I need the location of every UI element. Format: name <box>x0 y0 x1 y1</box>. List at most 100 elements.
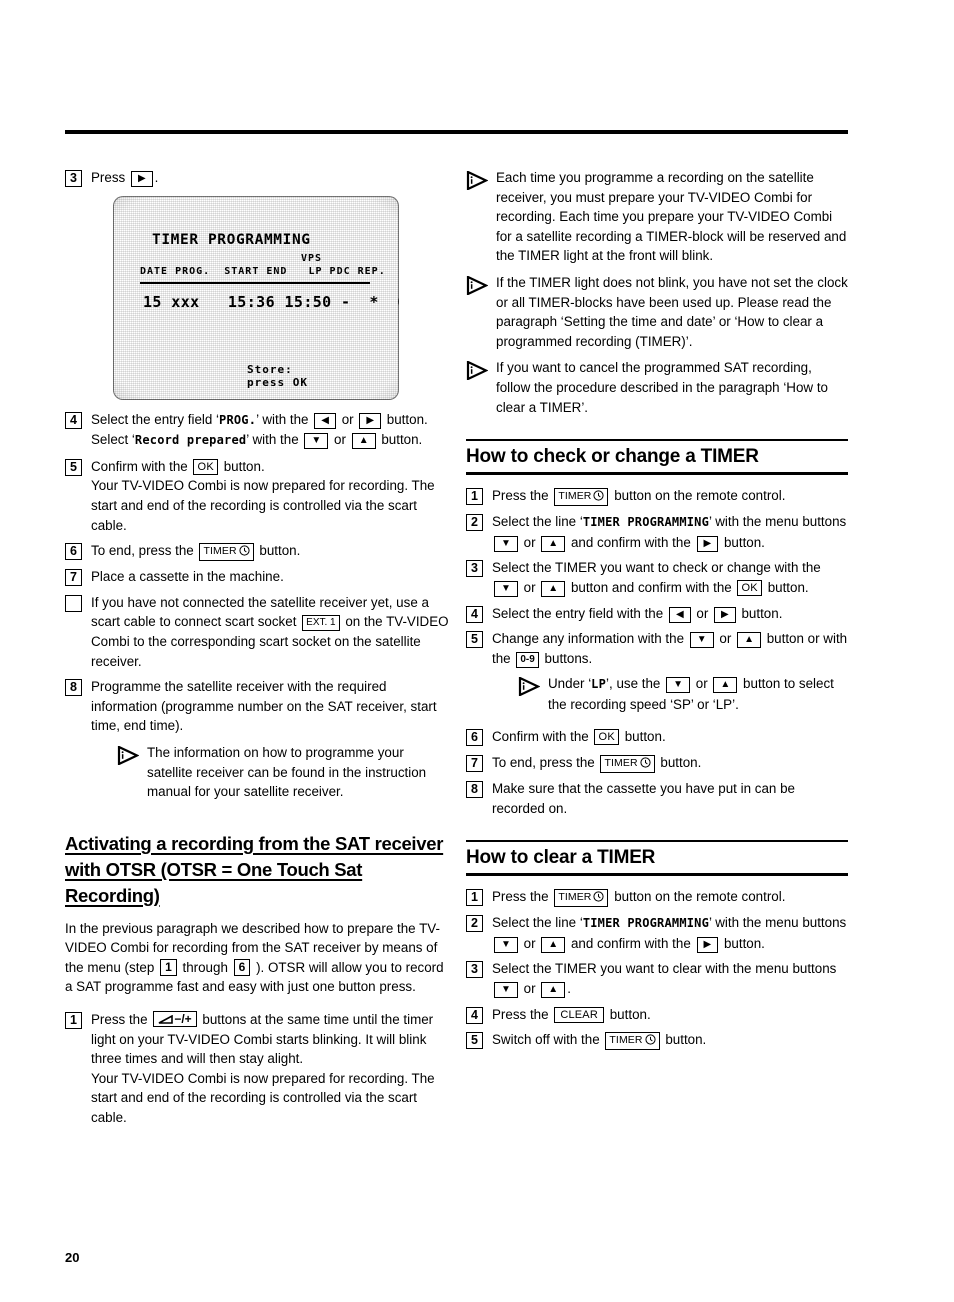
step-number: 4 <box>466 1006 483 1024</box>
timer-key[interactable]: TIMER <box>605 1032 660 1051</box>
step-5: 5 Confirm with the OK button. Your TV-VI… <box>65 457 450 535</box>
text-part: Your TV-VIDEO Combi is now prepared for … <box>91 478 435 533</box>
numeric-keys[interactable]: 0-9 <box>516 651 539 668</box>
osd-store-line2: press OK <box>247 375 308 389</box>
down-arrow-key[interactable]: ▼ <box>494 535 518 552</box>
down-arrow-key[interactable]: ▼ <box>494 982 518 999</box>
step-7: 7 Place a cassette in the machine. <box>65 567 450 587</box>
step-4: 4 Select the entry field with the ◀ or ▶… <box>466 604 848 624</box>
text-part: Select the line ‘ <box>492 514 583 530</box>
timer-key[interactable]: TIMER <box>554 488 609 507</box>
otsr-intro: In the previous paragraph we described h… <box>65 919 450 997</box>
text-part: Your TV-VIDEO Combi is now prepared for … <box>91 1070 435 1126</box>
down-arrow-key[interactable]: ▼ <box>494 580 518 597</box>
step-body: Make sure that the cassette you have put… <box>492 781 795 816</box>
down-arrow-key[interactable]: ▼ <box>304 433 329 450</box>
timer-key-label: TIMER <box>609 1034 643 1047</box>
step-ref-1: 1 <box>160 958 177 976</box>
right-arrow-key[interactable]: ▶ <box>696 936 719 953</box>
tv-bezel: TIMER PROGRAMMING VPS DATE PROG. START E… <box>113 195 399 400</box>
right-arrow-key[interactable]: ▶ <box>714 606 736 623</box>
osd-title: TIMER PROGRAMMING <box>152 231 311 248</box>
step-number: 5 <box>65 458 82 476</box>
step-1: 1 Press the TIMER button on the remote c… <box>466 887 848 908</box>
timer-key[interactable]: TIMER <box>554 889 609 908</box>
clock-icon <box>593 490 605 505</box>
step-1: 1 Press the TIMER button on the remote c… <box>466 486 848 507</box>
up-arrow-key[interactable]: ▲ <box>541 580 566 597</box>
step-5: 5 Change any information with the ▼ or ▲… <box>466 629 848 721</box>
up-arrow-key[interactable]: ▲ <box>541 535 566 552</box>
text-part: button on the remote control. <box>614 488 786 504</box>
step-number: 3 <box>466 961 483 979</box>
left-arrow-key[interactable]: ◀ <box>668 606 691 623</box>
field-name: Record prepared <box>134 433 247 448</box>
step-number: 1 <box>466 889 483 907</box>
text-part: or <box>334 432 346 448</box>
left-arrow-key[interactable]: ◀ <box>314 412 336 429</box>
ok-key[interactable]: OK <box>193 458 218 475</box>
down-arrow-key[interactable]: ▼ <box>666 677 691 694</box>
step-2: 2 Select the line ‘TIMER PROGRAMMING’ wi… <box>466 512 848 552</box>
text-part: or <box>341 411 354 427</box>
ok-key[interactable]: OK <box>737 579 762 596</box>
step-number: 4 <box>466 605 483 623</box>
step-7: 7 To end, press the TIMER button. <box>466 753 848 774</box>
right-arrow-key[interactable]: ▶ <box>696 535 719 552</box>
clock-icon <box>239 545 250 560</box>
otsr-heading: Activating a recording from the SAT rece… <box>65 831 450 909</box>
text-part: button. <box>259 543 301 559</box>
text-part: button. <box>609 1006 651 1022</box>
tv-illustration-wrapper: TIMER PROGRAMMING VPS DATE PROG. START E… <box>113 195 450 400</box>
step-body: Press the TIMER button on the remote con… <box>492 486 848 507</box>
text-part: Change any information with the <box>492 631 685 647</box>
right-column: Each time you programme a recording on t… <box>466 168 848 1056</box>
text-part: button. <box>624 729 666 745</box>
otsr-step-1: 1 Press the −/+ buttons at the same time… <box>65 1010 450 1128</box>
step-number: 1 <box>466 488 483 506</box>
text-part: To end, press the <box>492 755 595 771</box>
ok-key[interactable]: OK <box>594 729 619 746</box>
osd-timer-row: 15 xxx 15:36 15:50 - * ONCE <box>143 292 399 311</box>
step-3: 3 Select the TIMER you want to clear wit… <box>466 959 848 999</box>
text-part: button. <box>660 755 702 771</box>
timer-key-label: TIMER <box>558 891 592 904</box>
step-number: 3 <box>466 560 483 578</box>
up-arrow-key[interactable]: ▲ <box>541 936 566 953</box>
step-body: Press the CLEAR button. <box>492 1005 848 1025</box>
text-part: or <box>523 534 536 550</box>
text-part: button. <box>381 432 423 448</box>
volume-key-label: −/+ <box>174 1012 192 1027</box>
right-arrow-key[interactable]: ▶ <box>359 412 382 429</box>
down-arrow-key[interactable]: ▼ <box>494 936 518 953</box>
step-checkbox-item: If you have not connected the satellite … <box>65 593 450 671</box>
text-part: Programme the satellite receiver with th… <box>91 679 437 734</box>
info-arrow-icon <box>466 170 489 191</box>
right-arrow-key[interactable]: ▶ <box>130 171 153 187</box>
up-arrow-key[interactable]: ▲ <box>541 982 566 999</box>
clear-key[interactable]: CLEAR <box>554 1006 604 1023</box>
step-body: Switch off with the TIMER button. <box>492 1030 848 1051</box>
timer-key[interactable]: TIMER <box>199 543 254 562</box>
text-part: ’ with the menu buttons <box>709 514 847 530</box>
step-8: 8 Make sure that the cassette you have p… <box>466 779 848 818</box>
step-6: 6 Confirm with the OK button. <box>466 727 848 747</box>
step-body: Select the line ‘TIMER PROGRAMMING’ with… <box>492 512 848 552</box>
up-arrow-key[interactable]: ▲ <box>713 677 738 694</box>
up-arrow-key[interactable]: ▲ <box>351 433 376 450</box>
up-arrow-key[interactable]: ▲ <box>737 632 761 649</box>
tv-screen: TIMER PROGRAMMING VPS DATE PROG. START E… <box>129 208 399 389</box>
text-part: or <box>719 631 732 647</box>
text-part: Select the TIMER you want to clear with … <box>492 961 837 977</box>
info-note: Each time you programme a recording on t… <box>466 168 848 266</box>
info-note: The information on how to programme your… <box>117 743 450 802</box>
step-text: Press <box>91 170 126 185</box>
step-number: 7 <box>466 755 483 773</box>
osd-store-line1: Store: <box>247 362 293 376</box>
otsr-heading-text: Activating a recording from the SAT rece… <box>65 832 444 906</box>
ext1-key[interactable]: EXT. 1 <box>302 615 340 632</box>
timer-key[interactable]: TIMER <box>600 755 655 774</box>
manual-page: 3 Press ▶. TIMER PROGRAMMING VPS DATE PR… <box>0 0 954 1302</box>
volume-key[interactable]: −/+ <box>153 1011 197 1028</box>
down-arrow-key[interactable]: ▼ <box>689 632 714 649</box>
